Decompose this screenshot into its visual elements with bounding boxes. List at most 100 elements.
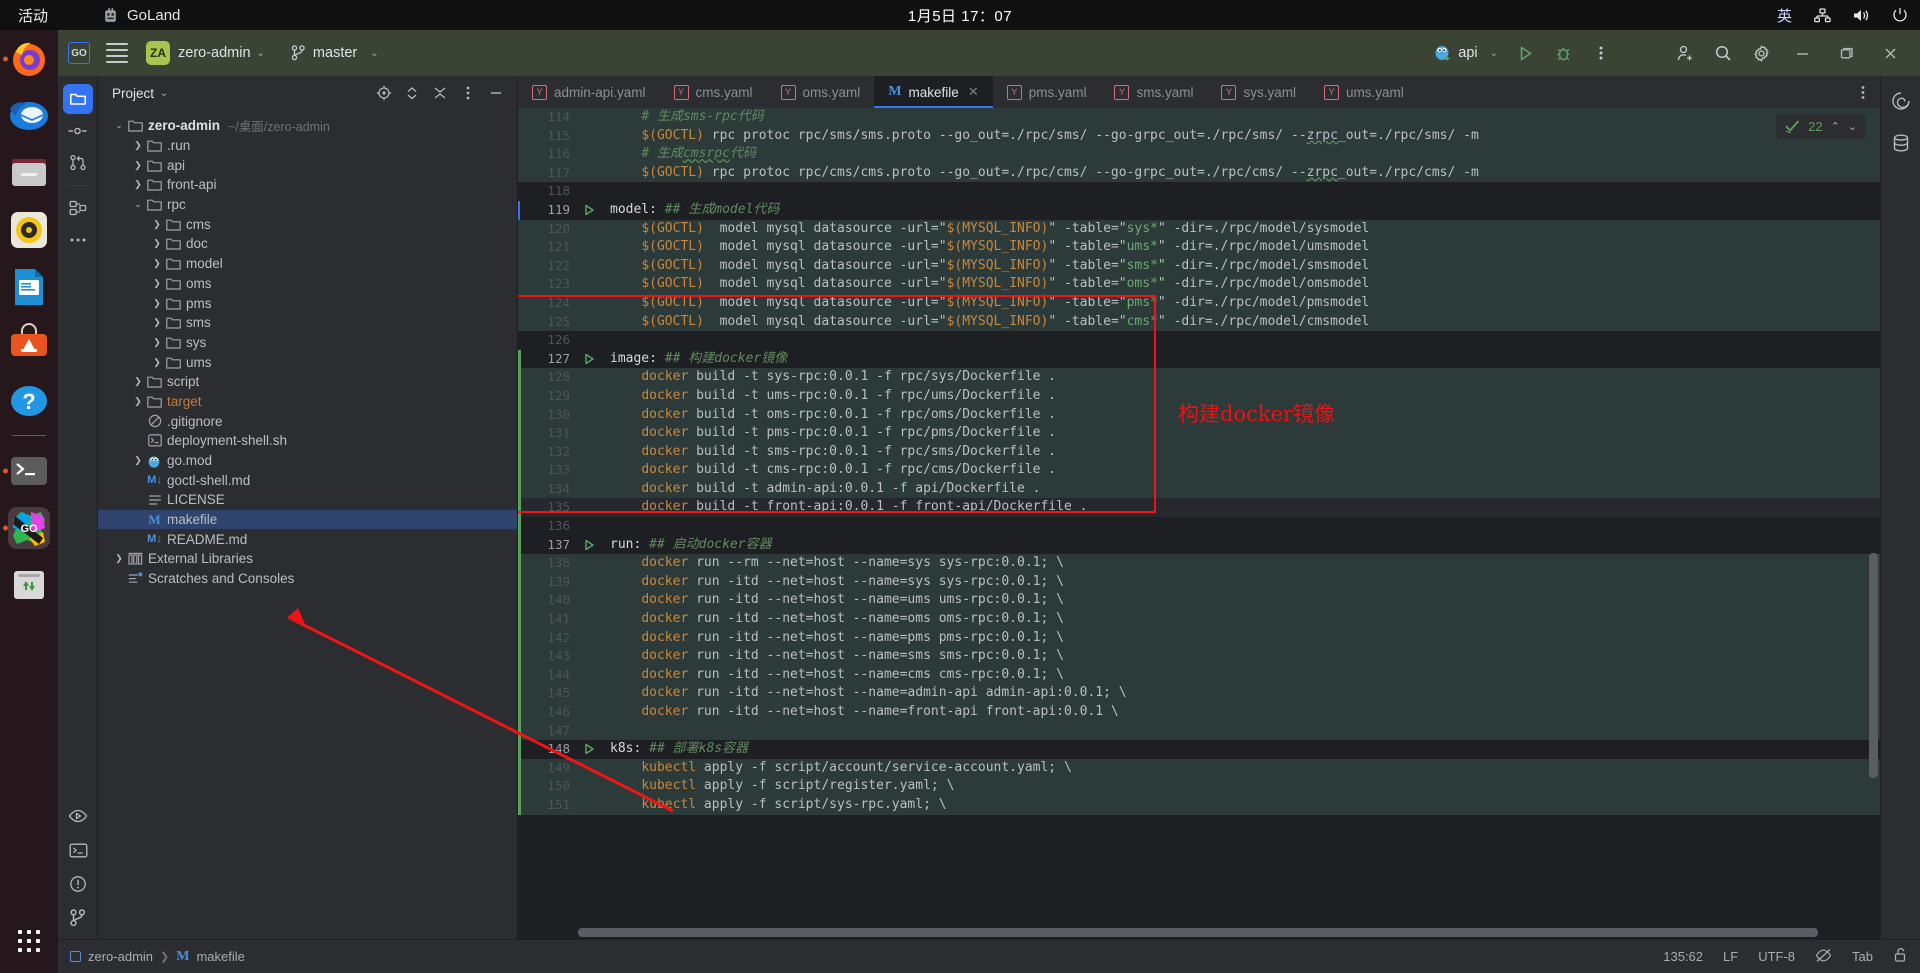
chevron-down-icon[interactable]: ⌄ — [370, 48, 378, 59]
dock-item-rhythmbox[interactable] — [0, 201, 58, 258]
line-number[interactable]: 121 — [518, 238, 578, 257]
line-number[interactable]: 135 — [518, 498, 578, 517]
breadcrumb[interactable]: zero-admin ❯ M makefile — [70, 949, 245, 965]
chevron-right-icon[interactable]: ❯ — [150, 337, 164, 348]
maximize-button[interactable] — [1824, 30, 1868, 76]
run-button[interactable] — [1506, 34, 1544, 72]
more-tool-windows-button[interactable] — [63, 225, 93, 255]
editor-tab-cms-yaml[interactable]: Ycms.yaml — [660, 76, 767, 108]
indent-setting[interactable]: Tab — [1852, 949, 1873, 964]
goland-logo-icon[interactable]: GO — [68, 42, 90, 64]
run-config-name[interactable]: api — [1458, 45, 1477, 61]
line-number[interactable]: 132 — [518, 443, 578, 462]
inspections-widget[interactable]: 22 ⌃ ⌄ — [1776, 114, 1866, 139]
dock-item-trash[interactable] — [0, 556, 58, 613]
gnome-clock[interactable]: 1月5日 17：07 — [0, 5, 1920, 26]
code-line[interactable]: 132 docker build -t sms-rpc:0.0.1 -f rpc… — [518, 442, 1880, 462]
line-number[interactable]: 144 — [518, 666, 578, 685]
tree-node-api[interactable]: ❯ api — [98, 155, 517, 175]
minimize-button[interactable] — [1780, 30, 1824, 76]
code-line[interactable]: 144 docker run -itd --net=host --name=cm… — [518, 665, 1880, 685]
line-number[interactable]: 136 — [518, 517, 578, 536]
code-line[interactable]: 126 — [518, 331, 1880, 350]
more-tabs-button[interactable] — [1846, 76, 1880, 108]
chevron-right-icon[interactable]: ❯ — [150, 357, 164, 368]
branch-name[interactable]: master — [313, 45, 357, 61]
code-line[interactable]: 114 # 生成sms-rpc代码 — [518, 108, 1880, 127]
line-number[interactable]: 117 — [518, 164, 578, 183]
gnome-status-area[interactable]: 英 — [1777, 0, 1908, 30]
chevron-down-icon[interactable]: ⌄ — [1490, 48, 1498, 59]
tree-node-target[interactable]: ❯ target — [98, 392, 517, 412]
tree-node-go-mod[interactable]: ❯ go.mod — [98, 451, 517, 471]
line-number[interactable]: 149 — [518, 759, 578, 778]
line-number[interactable]: 141 — [518, 610, 578, 629]
tree-node-ums[interactable]: ❯ ums — [98, 352, 517, 372]
chevron-down-icon[interactable]: ⌄ — [257, 48, 265, 59]
chevron-right-icon[interactable]: ❯ — [150, 219, 164, 230]
panel-options-button[interactable] — [455, 80, 481, 106]
code-line[interactable]: 143 docker run -itd --net=host --name=sm… — [518, 647, 1880, 666]
tree-node-cms[interactable]: ❯ cms — [98, 214, 517, 234]
code-line[interactable]: 151 kubectl apply -f script/sys-rpc.yaml… — [518, 795, 1880, 815]
project-badge[interactable]: ZA — [146, 41, 170, 65]
code-line[interactable]: 123 $(GOCTL) model mysql datasource -url… — [518, 275, 1880, 294]
chevron-right-icon[interactable]: ❯ — [131, 179, 145, 190]
tree-node-scratches-and-consoles[interactable]: Scratches and Consoles — [98, 569, 517, 589]
line-number[interactable]: 116 — [518, 145, 578, 164]
caret-position[interactable]: 135:62 — [1663, 949, 1703, 964]
lock-open-icon[interactable] — [1893, 947, 1908, 966]
line-number[interactable]: 142 — [518, 629, 578, 648]
code-line[interactable]: 141 docker run -itd --net=host --name=om… — [518, 610, 1880, 629]
line-number[interactable]: 140 — [518, 591, 578, 610]
line-number[interactable]: 143 — [518, 647, 578, 666]
run-target-icon[interactable] — [578, 350, 600, 369]
close-tab-icon[interactable]: ✕ — [968, 84, 979, 100]
code-line[interactable]: 147 — [518, 721, 1880, 741]
tree-node-doc[interactable]: ❯ doc — [98, 234, 517, 254]
power-icon[interactable] — [1892, 7, 1908, 23]
tree-node-sys[interactable]: ❯ sys — [98, 333, 517, 353]
line-number[interactable]: 124 — [518, 294, 578, 313]
editor-tab-oms-yaml[interactable]: Yoms.yaml — [767, 76, 875, 108]
line-number[interactable]: 122 — [518, 257, 578, 276]
code-line[interactable]: 138 docker run --rm --net=host --name=sy… — [518, 554, 1880, 573]
code-line[interactable]: 136 — [518, 517, 1880, 536]
run-target-icon[interactable] — [578, 201, 600, 220]
tree-node-goctl-shell-md[interactable]: M↓ goctl-shell.md — [98, 470, 517, 490]
chevron-right-icon[interactable]: ❯ — [150, 238, 164, 249]
editor-horizontal-scrollbar[interactable] — [578, 928, 1818, 937]
select-opened-file-button[interactable] — [371, 80, 397, 106]
line-number[interactable]: 130 — [518, 406, 578, 425]
code-line[interactable]: 118 — [518, 182, 1880, 201]
tree-node-script[interactable]: ❯ script — [98, 372, 517, 392]
breadcrumb-project[interactable]: zero-admin — [88, 949, 153, 964]
settings-button[interactable] — [1742, 34, 1780, 72]
line-number[interactable]: 125 — [518, 313, 578, 332]
tree-node-pms[interactable]: ❯ pms — [98, 293, 517, 313]
line-number[interactable]: 129 — [518, 387, 578, 406]
vcs-branch-widget[interactable]: master ⌄ — [291, 45, 379, 61]
tree-node-makefile[interactable]: Mmakefile — [98, 509, 517, 530]
line-separator[interactable]: LF — [1723, 949, 1738, 964]
chevron-right-icon[interactable]: ❯ — [150, 258, 164, 269]
editor-tab-sms-yaml[interactable]: Ysms.yaml — [1100, 76, 1207, 108]
line-number[interactable]: 137 — [518, 536, 578, 555]
code-line[interactable]: 146 docker run -itd --net=host --name=fr… — [518, 703, 1880, 722]
dock-item-terminal[interactable] — [0, 442, 58, 499]
tree-node-zero-admin[interactable]: ⌄ zero-admin ~/桌面/zero-admin — [98, 116, 517, 136]
code-line[interactable]: 115 $(GOCTL) rpc protoc rpc/sms/sms.prot… — [518, 126, 1880, 146]
code-line[interactable]: 116 # 生成cmsrpc代码 — [518, 145, 1880, 164]
chevron-right-icon[interactable]: ❯ — [150, 298, 164, 309]
tool-window-ai-assistant[interactable] — [1886, 86, 1916, 116]
code-line[interactable]: 133 docker build -t cms-rpc:0.0.1 -f rpc… — [518, 461, 1880, 480]
previous-problem-button[interactable]: ⌃ — [1831, 120, 1840, 133]
line-number[interactable]: 131 — [518, 424, 578, 443]
code-line[interactable]: 119 model: ## 生成model代码 — [518, 200, 1880, 220]
tree-node-sms[interactable]: ❯ sms — [98, 313, 517, 333]
editor-tab-bar[interactable]: Yadmin-api.yaml Ycms.yaml Yoms.yaml Mmakefi… — [518, 76, 1880, 108]
line-number[interactable]: 139 — [518, 573, 578, 592]
line-number[interactable]: 145 — [518, 684, 578, 703]
chevron-right-icon[interactable]: ❯ — [131, 455, 145, 466]
line-number[interactable]: 146 — [518, 703, 578, 722]
